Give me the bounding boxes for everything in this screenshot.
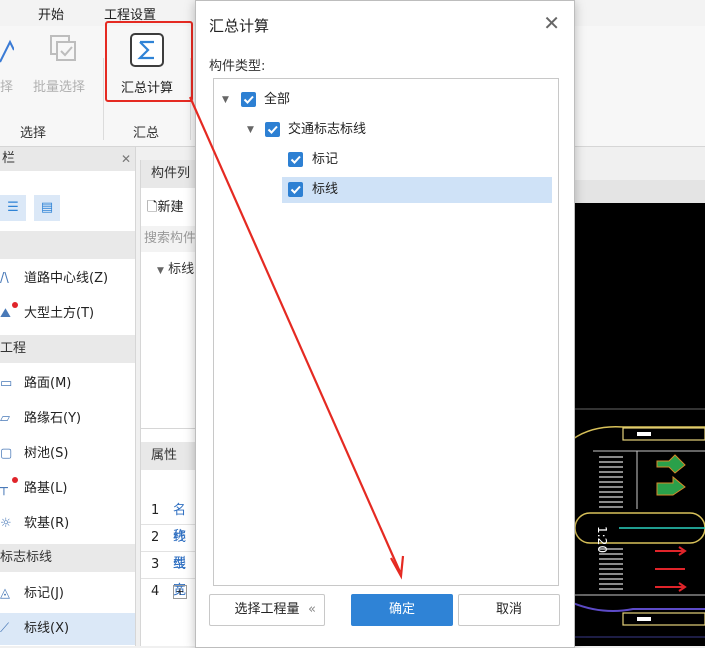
annotation-arrow: [188, 96, 405, 580]
